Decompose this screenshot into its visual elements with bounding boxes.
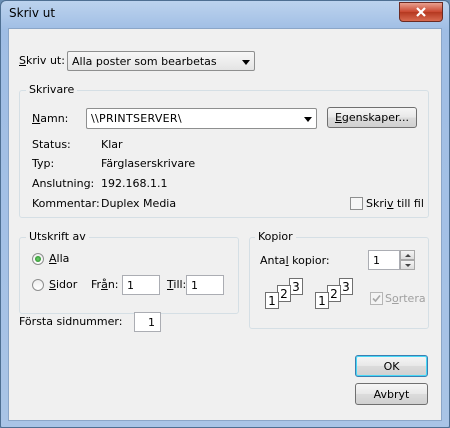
connection-label: Anslutning: <box>32 177 95 190</box>
ok-button-label: OK <box>383 359 400 373</box>
page-3-icon: 3 <box>289 278 303 295</box>
print-to-file-label: Skriv till fil <box>366 197 424 210</box>
properties-button-label: Egenskaper... <box>334 111 410 124</box>
cancel-button[interactable]: Avbryt <box>355 383 428 405</box>
properties-button[interactable]: Egenskaper... <box>327 107 417 128</box>
spin-up-button[interactable] <box>400 250 415 260</box>
printer-group-legend: Skrivare <box>26 83 78 96</box>
close-icon <box>416 7 426 17</box>
first-page-value: 1 <box>148 316 155 329</box>
copies-count-value: 1 <box>373 254 380 267</box>
first-page-input[interactable]: 1 <box>134 312 161 332</box>
from-label: Från: <box>91 278 119 291</box>
close-button[interactable] <box>399 2 443 22</box>
comment-label: Kommentar: <box>32 197 100 210</box>
printer-name-value: \\PRINTSERVER\ <box>91 112 182 125</box>
status-label: Status: <box>32 138 71 151</box>
print-what-dropdown[interactable]: Alla poster som bearbetas <box>67 51 255 71</box>
checkmark-icon <box>372 294 381 303</box>
collate-label: Sortera <box>385 292 426 305</box>
print-what-label: Skriv ut: <box>19 54 65 67</box>
copies-count-input[interactable]: 1 <box>368 250 400 270</box>
page-3-icon: 3 <box>339 278 353 295</box>
page-1-icon: 1 <box>265 292 279 309</box>
type-value: Färglaserskrivare <box>101 157 196 170</box>
print-to-file-checkbox[interactable] <box>350 197 363 210</box>
copies-legend: Kopior <box>255 230 296 243</box>
page-1-icon: 1 <box>315 292 329 309</box>
arrow-up-icon <box>405 254 411 257</box>
printer-name-label: Namn: <box>32 112 69 125</box>
printer-name-dropdown[interactable]: \\PRINTSERVER\ <box>86 108 317 129</box>
collate-checkbox[interactable] <box>370 292 383 305</box>
arrow-down-icon <box>405 264 411 267</box>
dialog-body: Skriv ut: Alla poster som bearbetas Skri… <box>8 28 442 421</box>
copies-count-label: Antal kopior: <box>260 254 330 267</box>
page-2-icon: 2 <box>327 285 341 302</box>
title-bar[interactable]: Skriv ut <box>1 1 449 27</box>
ok-button[interactable]: OK <box>355 355 428 377</box>
first-page-label: Första sidnummer: <box>19 315 123 328</box>
from-page-input[interactable]: 1 <box>122 275 160 295</box>
range-pages-radio[interactable] <box>32 279 44 291</box>
range-pages-label: Sidor <box>49 278 78 291</box>
page-2-icon: 2 <box>277 285 291 302</box>
cancel-button-label: Avbryt <box>373 387 410 401</box>
to-page-input[interactable]: 1 <box>186 275 224 295</box>
range-all-label: Alla <box>49 252 70 265</box>
connection-value: 192.168.1.1 <box>101 177 168 190</box>
print-what-value: Alla poster som bearbetas <box>72 55 217 68</box>
from-page-value: 1 <box>127 279 134 292</box>
print-range-legend: Utskrift av <box>26 230 89 243</box>
range-all-radio[interactable] <box>32 253 44 265</box>
chevron-down-icon <box>242 60 250 65</box>
comment-value: Duplex Media <box>101 197 177 210</box>
copies-spinner[interactable] <box>400 250 415 270</box>
to-page-value: 1 <box>191 279 198 292</box>
to-label: Till: <box>167 278 187 291</box>
status-value: Klar <box>101 138 123 151</box>
spin-down-button[interactable] <box>400 260 415 270</box>
type-label: Typ: <box>32 157 55 170</box>
chevron-down-icon <box>304 117 312 122</box>
print-dialog-window: Skriv ut Skriv ut: Alla poster som bearb… <box>0 0 450 428</box>
window-title: Skriv ut <box>9 6 56 20</box>
